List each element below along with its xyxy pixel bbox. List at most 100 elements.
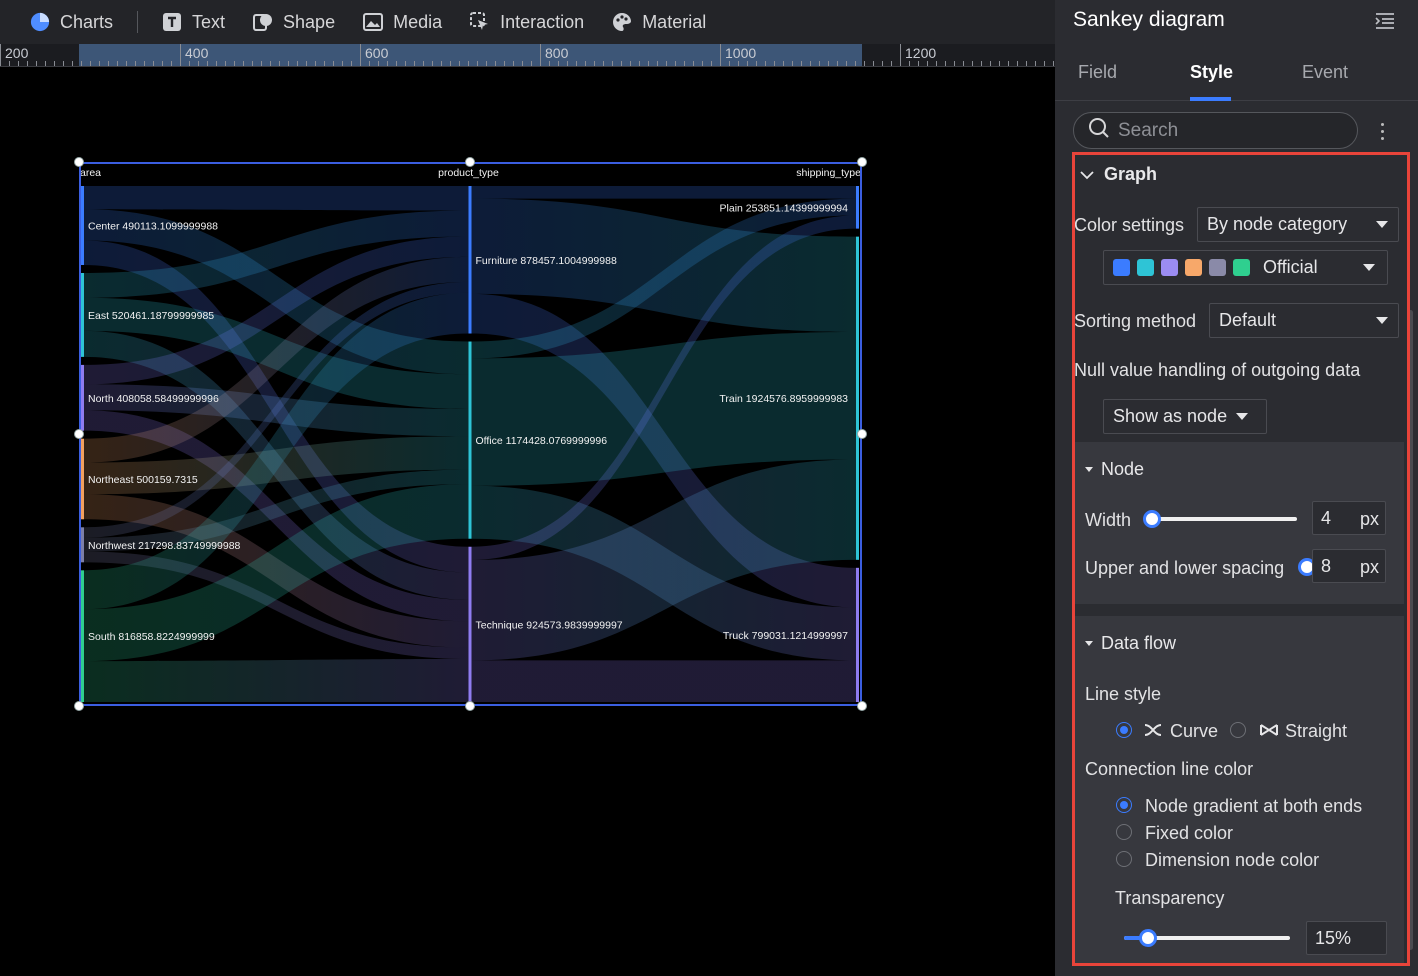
shape-label: Shape [283,11,336,32]
color-settings-select[interactable]: By node category [1197,207,1399,242]
node-width-label: Width [1085,510,1132,530]
horizontal-ruler: 200 400 600 800 1000 1200 [0,44,1055,67]
sorting-method-value: Default [1219,310,1277,330]
graph-section-title: Graph [1104,164,1158,184]
dropdown-caret-icon [1236,413,1248,420]
charts-label: Charts [60,11,114,32]
dropdown-caret-icon [1376,317,1388,324]
text-icon [162,12,182,32]
transparency-input[interactable]: 15% [1306,921,1387,955]
tab-event[interactable]: Event [1302,62,1348,83]
data-flow-section-title: Data flow [1101,633,1177,653]
shape-menu[interactable]: Shape [239,0,349,44]
curve-line-icon [1144,722,1162,743]
resize-handle-top-left[interactable] [74,157,84,167]
data-flow-section-header[interactable]: Data flow [1085,633,1176,654]
caret-down-icon [1085,467,1093,472]
cursor-icon [470,12,490,32]
palette-select[interactable]: Official [1103,250,1388,285]
node-gradient-radio[interactable] [1116,797,1132,813]
node-spacing-label: Upper and lower spacing [1085,558,1285,578]
node-width-input[interactable]: 4 px [1312,501,1386,535]
ruler-label: 1000 [725,45,757,61]
search-box[interactable] [1073,112,1358,149]
line-style-label: Line style [1085,684,1162,704]
straight-radio[interactable] [1230,722,1246,738]
node-spacing-input[interactable]: 8 px [1312,549,1386,583]
more-options-icon[interactable] [1373,118,1391,144]
null-value-value: Show as node [1113,406,1228,426]
color-settings-label: Color settings [1074,215,1185,235]
resize-handle-top[interactable] [465,157,475,167]
pie-chart-icon [30,12,50,32]
null-value-label: Null value handling of outgoing data [1074,360,1361,380]
tab-style[interactable]: Style [1190,62,1233,83]
panel-scrollbar[interactable] [1408,310,1413,950]
panel-title: Sankey diagram [1073,8,1225,31]
panel-tabs: Field Style Event [1055,44,1418,101]
toolbar-divider [137,11,139,33]
palette-swatch [1113,259,1130,276]
text-label: Text [192,11,226,32]
collapse-panel-icon[interactable] [1374,10,1396,32]
dimension-node-color-radio[interactable] [1116,851,1132,867]
chart-selection-frame[interactable] [79,162,862,706]
node-section-title: Node [1101,459,1145,479]
editor-canvas[interactable]: Center 490113.1099999988 East 520461.1879… [0,68,1055,976]
node-subpanel: Node Width 4 px Upper and lower spacing … [1075,442,1404,604]
text-menu[interactable]: Text [148,0,239,44]
node-section-header[interactable]: Node [1085,459,1144,480]
resize-handle-bottom-right[interactable] [857,701,867,711]
ruler-label: 800 [545,45,569,61]
tab-field[interactable]: Field [1078,62,1117,83]
palette-swatch [1233,259,1250,276]
chevron-down-icon [1080,170,1094,180]
ruler-label: 200 [5,45,29,61]
color-settings-value: By node category [1207,214,1348,234]
transparency-slider-thumb[interactable] [1138,929,1157,947]
palette-icon [612,12,632,32]
node-spacing-unit: px [1359,557,1379,577]
transparency-label: Transparency [1115,888,1225,908]
node-width-unit: px [1359,509,1379,529]
node-width-value: 4 [1321,507,1332,528]
interaction-menu[interactable]: Interaction [456,0,598,44]
palette-swatch [1161,259,1178,276]
search-input[interactable] [1118,119,1338,142]
media-menu[interactable]: Media [349,0,456,44]
palette-swatch [1209,259,1226,276]
charts-menu[interactable]: Charts [0,0,127,44]
resize-handle-left[interactable] [74,429,84,439]
ruler-ticks [0,44,1054,66]
resize-handle-right[interactable] [857,429,867,439]
straight-label: Straight [1285,721,1348,741]
graph-section-header[interactable]: Graph [1080,164,1157,185]
null-value-select[interactable]: Show as node [1103,399,1267,434]
material-menu[interactable]: Material [598,0,720,44]
ruler-label: 600 [365,45,389,61]
fixed-color-radio[interactable] [1116,824,1132,840]
shape-icon [253,12,273,32]
palette-swatch [1185,259,1202,276]
fixed-color-label: Fixed color [1145,823,1234,843]
resize-handle-top-right[interactable] [857,157,867,167]
palette-swatch [1137,259,1154,276]
node-gradient-label: Node gradient at both ends [1145,796,1363,816]
ruler-label: 1200 [905,45,937,61]
media-label: Media [393,11,443,32]
dimension-node-color-label: Dimension node color [1145,850,1320,870]
node-width-slider[interactable] [1145,517,1297,521]
straight-line-icon [1260,722,1278,743]
image-icon [363,12,384,32]
connection-color-label: Connection line color [1085,759,1254,779]
dropdown-caret-icon [1363,264,1375,271]
sorting-method-select[interactable]: Default [1209,303,1399,338]
sorting-method-label: Sorting method [1074,311,1197,331]
node-width-slider-thumb[interactable] [1143,510,1161,528]
top-toolbar: Charts Text Shape Media Interaction Mate… [0,0,1055,44]
resize-handle-bottom-left[interactable] [74,701,84,711]
resize-handle-bottom[interactable] [465,701,475,711]
palette-swatches [1113,259,1257,276]
palette-name: Official [1263,257,1318,277]
curve-radio[interactable] [1116,722,1132,738]
